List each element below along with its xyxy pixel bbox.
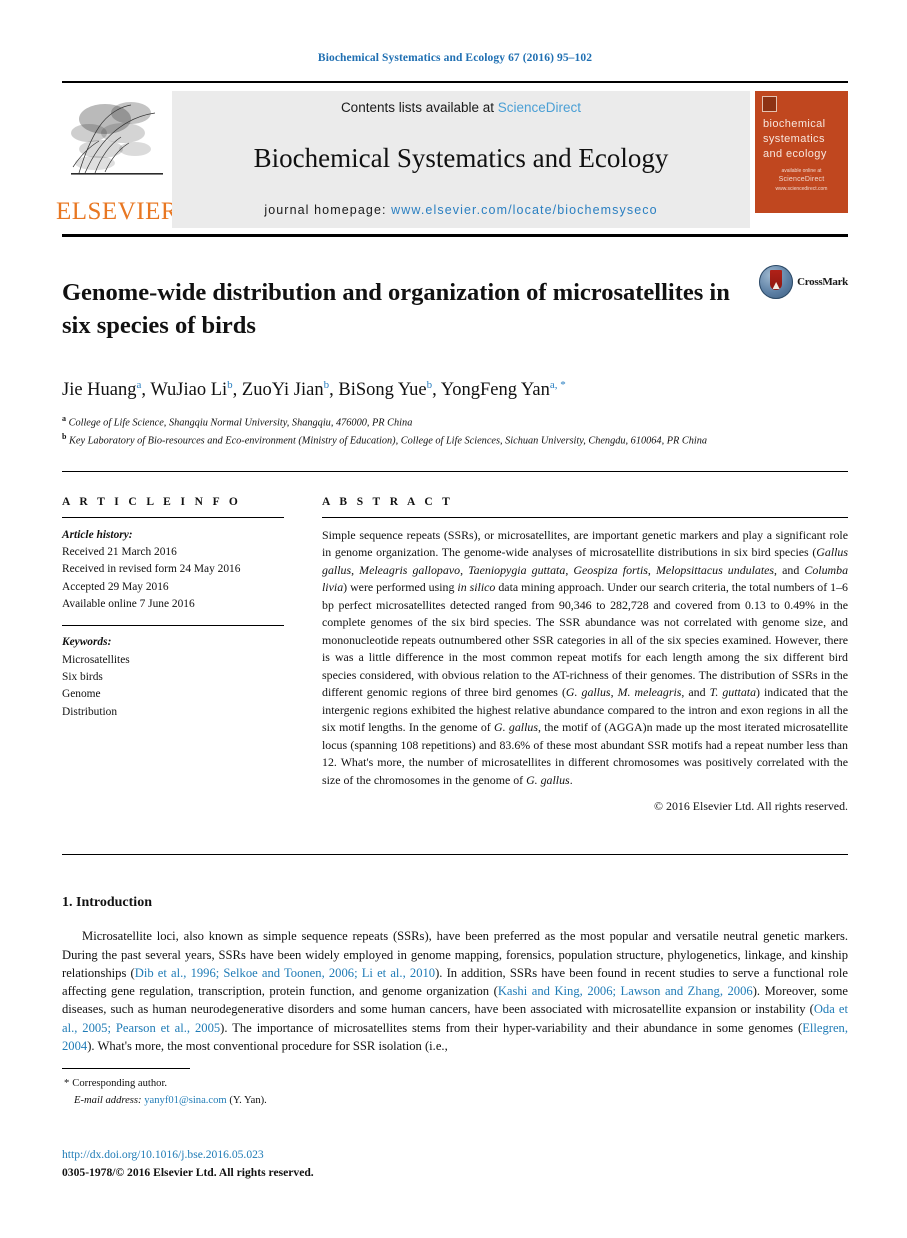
article-info-heading: A R T I C L E I N F O xyxy=(62,495,242,508)
elsevier-tree-icon xyxy=(71,102,163,175)
corresponding-author-line: * Corresponding author. xyxy=(64,1076,482,1093)
cover-foot-url: www.sciencedirect.com xyxy=(775,185,828,192)
footnote-block: * Corresponding author. E-mail address: y… xyxy=(62,1068,482,1110)
issn-copyright-line: 0305-1978/© 2016 Elsevier Ltd. All right… xyxy=(62,1166,314,1179)
abstract-text: Simple sequence repeats (SSRs), or micro… xyxy=(322,527,849,787)
cover-title-line-1: biochemical xyxy=(763,118,826,130)
abstract-rule xyxy=(322,516,848,518)
masthead-bottom-rule xyxy=(62,234,848,237)
keyword-item: Six birds xyxy=(62,671,103,684)
doi-link[interactable]: http://dx.doi.org/10.1016/j.bse.2016.05.… xyxy=(62,1148,264,1161)
affiliation-list: a College of Life Science, Shangqiu Norm… xyxy=(62,413,848,449)
journal-cover-thumbnail: biochemical systematics and ecology avai… xyxy=(755,91,848,213)
keywords-block: Keywords: Microsatellites Six birds Genome… xyxy=(62,634,284,721)
title-block: Genome-wide distribution and organizatio… xyxy=(62,261,848,358)
keywords-rule xyxy=(62,625,284,627)
page-title: Genome-wide distribution and organizatio… xyxy=(62,279,730,339)
article-history-items: Received 21 March 2016 Received in revise… xyxy=(62,544,284,613)
keyword-item: Microsatellites xyxy=(62,653,130,666)
author-name: ZuoYi Jian xyxy=(241,380,324,401)
homepage-url-link[interactable]: www.elsevier.com/locate/biochemsyseco xyxy=(391,203,658,217)
author-affiliation-mark: b xyxy=(227,379,233,392)
author-name: Jie Huang xyxy=(62,380,137,401)
article-info-rule xyxy=(62,516,284,518)
cover-footer: available online at ScienceDirect www.sc… xyxy=(755,168,848,194)
elsevier-wordmark: ELSEVIER xyxy=(55,198,179,225)
journal-article-page: Biochemical Systematics and Ecology 67 (… xyxy=(0,0,907,1238)
author-list: Jie Huanga, WuJiao Lib, ZuoYi Jianb, BiS… xyxy=(62,379,566,401)
cover-foot-small: available online at xyxy=(781,167,822,174)
introduction-heading: 1. Introduction xyxy=(62,895,152,911)
contents-prefix: Contents lists available at xyxy=(340,100,498,115)
cover-title-line-2: systematics xyxy=(763,132,825,145)
corresponding-star: * xyxy=(64,1078,70,1089)
author-affiliation-mark: a, * xyxy=(549,379,566,392)
author-name: BiSong Yue xyxy=(338,380,427,401)
keywords-items: Microsatellites Six birds Genome Distributi… xyxy=(62,652,284,721)
email-link[interactable]: yanyf01@sina.com xyxy=(144,1095,226,1106)
corresponding-author-note: * Corresponding author. E-mail address: y… xyxy=(62,1076,482,1110)
keywords-label: Keywords: xyxy=(62,636,112,649)
crossmark-label: CrossMark xyxy=(797,276,848,288)
abstract-copyright: © 2016 Elsevier Ltd. All rights reserved… xyxy=(654,799,848,814)
introduction-text: Microsatellite loci, also known as simpl… xyxy=(62,929,849,1053)
crossmark-shield-icon xyxy=(759,265,794,299)
sciencedirect-link[interactable]: ScienceDirect xyxy=(498,100,581,115)
article-history-block: Article history: Received 21 March 2016 R… xyxy=(62,527,284,614)
journal-title: Biochemical Systematics and Ecology xyxy=(253,142,669,173)
abstract-heading: A B S T R A C T xyxy=(322,495,454,508)
footnote-rule xyxy=(62,1068,190,1069)
article-history-item: Received in revised form 24 May 2016 xyxy=(62,563,241,576)
author-affiliation-mark: b xyxy=(323,379,330,392)
affiliation-item: b Key Laboratory of Bio-resources and Ec… xyxy=(62,431,708,447)
cover-title-line-3: and ecology xyxy=(763,147,827,160)
article-info-column: A R T I C L E I N F O Article history: R… xyxy=(62,496,284,815)
contents-available-line: Contents lists available at ScienceDirec… xyxy=(172,100,750,115)
article-history-item: Available online 7 June 2016 xyxy=(62,598,195,611)
journal-homepage-line: journal homepage: www.elsevier.com/locat… xyxy=(172,183,750,228)
email-line: E-mail address: yanyf01@sina.com (Y. Yan… xyxy=(74,1093,482,1110)
email-label: E-mail address: xyxy=(74,1094,142,1106)
keyword-item: Distribution xyxy=(62,705,118,718)
journal-banner: Contents lists available at ScienceDirec… xyxy=(172,91,750,228)
author-affiliation-mark: a xyxy=(136,379,142,392)
affiliation-item: a College of Life Science, Shangqiu Norm… xyxy=(62,413,413,429)
info-abstract-columns: A R T I C L E I N F O Article history: R… xyxy=(62,496,848,815)
homepage-label: journal homepage: xyxy=(264,203,392,217)
crossmark-logo[interactable]: CrossMark xyxy=(759,261,848,299)
author-name: YongFeng Yan xyxy=(440,380,550,401)
elsevier-logo-block: ELSEVIER xyxy=(56,91,178,228)
info-top-rule xyxy=(62,470,848,472)
running-head: Biochemical Systematics and Ecology 67 (… xyxy=(317,52,593,64)
affiliation-mark: b xyxy=(62,431,67,441)
journal-cover-block: biochemical systematics and ecology avai… xyxy=(750,91,848,228)
article-history-item: Received 21 March 2016 xyxy=(62,546,177,559)
keyword-item: Genome xyxy=(62,688,101,701)
affiliation-mark: a xyxy=(62,413,66,423)
abstract-column: A B S T R A C T Simple sequence repeats … xyxy=(322,496,848,815)
section-divider-rule xyxy=(62,854,848,856)
cover-title: biochemical systematics and ecology xyxy=(763,117,842,162)
cover-emblem-icon xyxy=(762,96,777,112)
cover-foot-brand: ScienceDirect xyxy=(778,176,825,183)
article-history-label: Article history: xyxy=(62,528,133,541)
corresponding-text: Corresponding author. xyxy=(72,1078,168,1089)
email-suffix: (Y. Yan). xyxy=(229,1094,267,1106)
author-name: WuJiao Li xyxy=(150,380,228,401)
author-affiliation-mark: b xyxy=(426,379,433,392)
journal-masthead: ELSEVIER Contents lists available at Sci… xyxy=(56,81,848,228)
article-history-item: Accepted 29 May 2016 xyxy=(62,580,169,593)
